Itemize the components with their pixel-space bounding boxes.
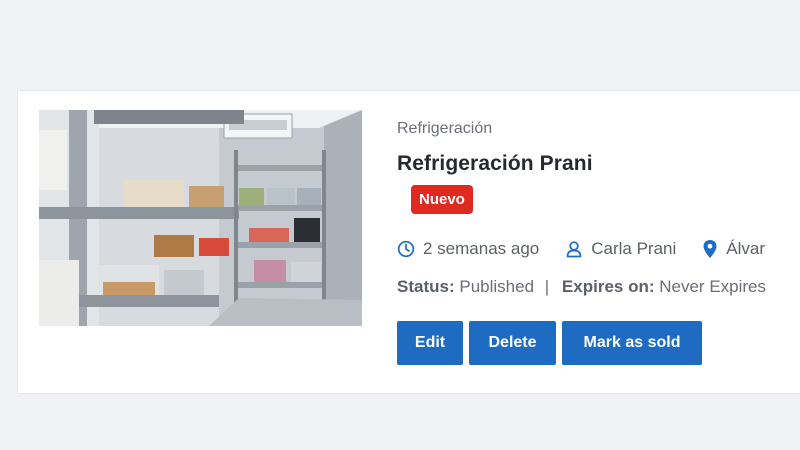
clock-icon [397,240,415,258]
status-separator: | [544,277,550,296]
posted-time-text: 2 semanas ago [423,239,540,258]
posted-time: 2 semanas ago [397,239,539,259]
listing-title[interactable]: Refrigeración Prani [397,152,593,176]
delete-button[interactable]: Delete [469,321,556,365]
listing-info: Refrigeración Refrigeración Prani Nuevo … [397,91,800,391]
author-name[interactable]: Carla Prani [591,239,676,259]
status-value: Published [459,277,535,296]
location-text[interactable]: Álvar [726,239,765,259]
edit-button[interactable]: Edit [397,321,463,365]
listing-meta: 2 semanas ago Carla Prani Álvar [397,237,765,261]
mark-as-sold-button[interactable]: Mark as sold [562,321,702,365]
listing-status: Status: Published | Expires on: Never Ex… [397,277,766,297]
listing-card: Refrigeración Refrigeración Prani Nuevo … [17,90,800,394]
new-badge: Nuevo [411,185,473,214]
listing-photo[interactable] [39,110,362,326]
map-pin-icon [702,239,718,259]
author[interactable]: Carla Prani [565,239,676,259]
listing-actions: Edit Delete Mark as sold [397,321,708,365]
status-label: Status: [397,277,455,296]
expires-label: Expires on: [561,277,655,296]
expires-value: Never Expires [659,277,767,296]
user-icon [565,240,583,258]
listing-category[interactable]: Refrigeración [397,120,492,138]
location[interactable]: Álvar [702,239,765,259]
